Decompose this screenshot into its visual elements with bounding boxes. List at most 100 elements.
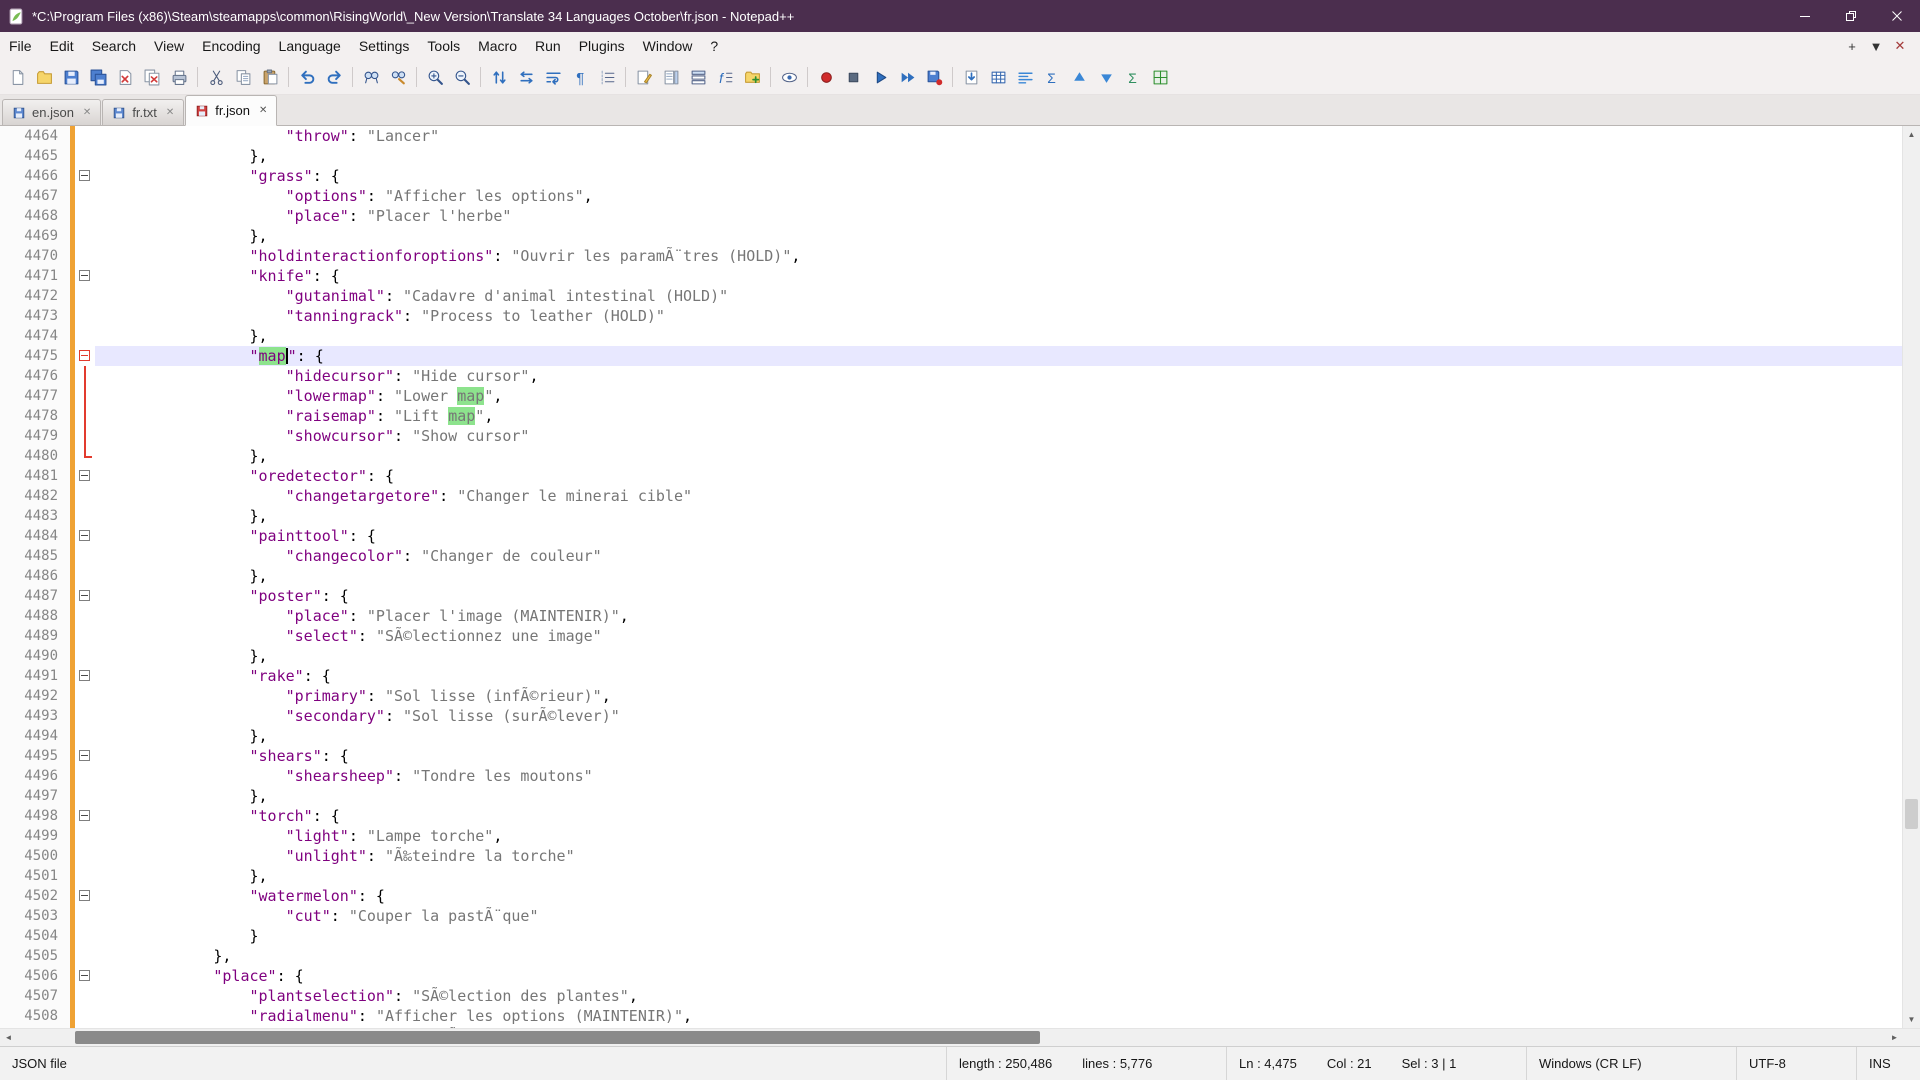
code-text[interactable]: },: [95, 446, 1902, 466]
play-macro-button[interactable]: [867, 64, 893, 90]
status-insert-mode[interactable]: INS: [1856, 1047, 1920, 1080]
show-indent-guide-button[interactable]: [594, 64, 620, 90]
function-list-button[interactable]: f: [712, 64, 738, 90]
close-tab-icon[interactable]: ✕: [166, 107, 174, 118]
code-view[interactable]: 4464 "throw": "Lancer"4465 },4466 "grass…: [0, 126, 1902, 1028]
fold-collapse-button[interactable]: [79, 270, 90, 281]
code-text[interactable]: },: [95, 946, 1902, 966]
define-language-button[interactable]: [631, 64, 657, 90]
fold-collapse-button[interactable]: [79, 530, 90, 541]
code-text[interactable]: "unlight": "Ã‰teindre la torche": [95, 846, 1902, 866]
close-document-button[interactable]: ✕: [1888, 35, 1912, 57]
menu-item-help[interactable]: ?: [701, 34, 727, 58]
code-text[interactable]: "throw": "Lancer": [95, 126, 1902, 146]
close-button[interactable]: [1874, 0, 1920, 32]
status-encoding[interactable]: UTF-8: [1736, 1047, 1856, 1080]
code-text[interactable]: "textureselection": "SÃ©lection de textu…: [95, 1026, 1902, 1028]
save-recorded-macro-button[interactable]: [921, 64, 947, 90]
code-text[interactable]: },: [95, 866, 1902, 886]
tab-fr.json[interactable]: fr.json✕: [185, 95, 277, 126]
open-file-button[interactable]: [31, 64, 57, 90]
code-text[interactable]: },: [95, 566, 1902, 586]
menu-item-edit[interactable]: Edit: [41, 34, 83, 58]
code-text[interactable]: },: [95, 786, 1902, 806]
code-text[interactable]: },: [95, 326, 1902, 346]
code-text[interactable]: "changetargetore": "Changer le minerai c…: [95, 486, 1902, 506]
vertical-scrollbar-thumb[interactable]: [1905, 799, 1918, 829]
code-text[interactable]: "primary": "Sol lisse (infÃ©rieur)",: [95, 686, 1902, 706]
menu-item-window[interactable]: Window: [634, 34, 702, 58]
tab-list-button[interactable]: ▼: [1864, 35, 1888, 57]
find-button[interactable]: [358, 64, 384, 90]
code-text[interactable]: "place": "Placer l'image (MAINTENIR)",: [95, 606, 1902, 626]
code-text[interactable]: "radialmenu": "Afficher les options (MAI…: [95, 1006, 1902, 1026]
document-list-button[interactable]: [685, 64, 711, 90]
code-text[interactable]: "place": {: [95, 966, 1902, 986]
plugin-sum-button[interactable]: Σ: [1039, 64, 1065, 90]
word-wrap-button[interactable]: [540, 64, 566, 90]
new-tab-button[interactable]: +: [1840, 35, 1864, 57]
code-text[interactable]: }: [95, 926, 1902, 946]
fold-collapse-button[interactable]: [79, 890, 90, 901]
code-text[interactable]: "secondary": "Sol lisse (surÃ©lever)": [95, 706, 1902, 726]
replace-button[interactable]: [385, 64, 411, 90]
redo-button[interactable]: [321, 64, 347, 90]
monitoring-button[interactable]: [776, 64, 802, 90]
code-text[interactable]: "knife": {: [95, 266, 1902, 286]
undo-button[interactable]: [294, 64, 320, 90]
code-text[interactable]: "gutanimal": "Cadavre d'animal intestina…: [95, 286, 1902, 306]
fold-collapse-button[interactable]: [79, 590, 90, 601]
tab-fr.txt[interactable]: fr.txt✕: [102, 99, 184, 125]
fold-collapse-button[interactable]: [79, 170, 90, 181]
code-text[interactable]: },: [95, 646, 1902, 666]
horizontal-scrollbar-thumb[interactable]: [75, 1031, 1040, 1044]
zoom-out-button[interactable]: [449, 64, 475, 90]
code-text[interactable]: },: [95, 506, 1902, 526]
scroll-right-arrow-icon[interactable]: ►: [1886, 1029, 1903, 1046]
code-text[interactable]: "map": {: [95, 346, 1902, 366]
code-text[interactable]: "hidecursor": "Hide cursor",: [95, 366, 1902, 386]
code-text[interactable]: "raisemap": "Lift map",: [95, 406, 1902, 426]
code-text[interactable]: "shearsheep": "Tondre les moutons": [95, 766, 1902, 786]
code-text[interactable]: "showcursor": "Show cursor": [95, 426, 1902, 446]
record-macro-button[interactable]: [813, 64, 839, 90]
sync-horizontal-scrolling-button[interactable]: [513, 64, 539, 90]
fold-collapse-button[interactable]: [79, 670, 90, 681]
plugin-calc-button[interactable]: Σ: [1120, 64, 1146, 90]
document-map-button[interactable]: [658, 64, 684, 90]
code-text[interactable]: "oredetector": {: [95, 466, 1902, 486]
code-text[interactable]: "watermelon": {: [95, 886, 1902, 906]
code-text[interactable]: },: [95, 726, 1902, 746]
stop-recording-button[interactable]: [840, 64, 866, 90]
code-text[interactable]: "changecolor": "Changer de couleur": [95, 546, 1902, 566]
close-file-button[interactable]: [112, 64, 138, 90]
menu-item-language[interactable]: Language: [270, 34, 350, 58]
code-text[interactable]: "poster": {: [95, 586, 1902, 606]
save-button[interactable]: [58, 64, 84, 90]
print-button[interactable]: [166, 64, 192, 90]
code-text[interactable]: "painttool": {: [95, 526, 1902, 546]
fold-collapse-button[interactable]: [79, 350, 90, 361]
fold-collapse-button[interactable]: [79, 970, 90, 981]
folder-as-workspace-button[interactable]: [739, 64, 765, 90]
code-text[interactable]: "shears": {: [95, 746, 1902, 766]
tab-en.json[interactable]: en.json✕: [2, 99, 101, 125]
horizontal-scrollbar-track[interactable]: [17, 1029, 1886, 1046]
code-text[interactable]: "lowermap": "Lower map",: [95, 386, 1902, 406]
code-text[interactable]: "grass": {: [95, 166, 1902, 186]
menu-item-encoding[interactable]: Encoding: [193, 34, 269, 58]
scroll-up-arrow-icon[interactable]: ▲: [1903, 126, 1920, 143]
code-text[interactable]: "tanningrack": "Process to leather (HOLD…: [95, 306, 1902, 326]
menu-item-run[interactable]: Run: [526, 34, 570, 58]
menu-item-settings[interactable]: Settings: [350, 34, 419, 58]
menu-item-tools[interactable]: Tools: [418, 34, 469, 58]
code-text[interactable]: "light": "Lampe torche",: [95, 826, 1902, 846]
horizontal-scrollbar[interactable]: ◄ ►: [0, 1028, 1920, 1046]
code-text[interactable]: "plantselection": "SÃ©lection des plante…: [95, 986, 1902, 1006]
run-macro-multiple-times-button[interactable]: [894, 64, 920, 90]
code-text[interactable]: "select": "SÃ©lectionnez une image": [95, 626, 1902, 646]
menu-item-file[interactable]: File: [0, 34, 41, 58]
code-text[interactable]: },: [95, 226, 1902, 246]
sync-vertical-scrolling-button[interactable]: [486, 64, 512, 90]
menu-item-search[interactable]: Search: [83, 34, 145, 58]
